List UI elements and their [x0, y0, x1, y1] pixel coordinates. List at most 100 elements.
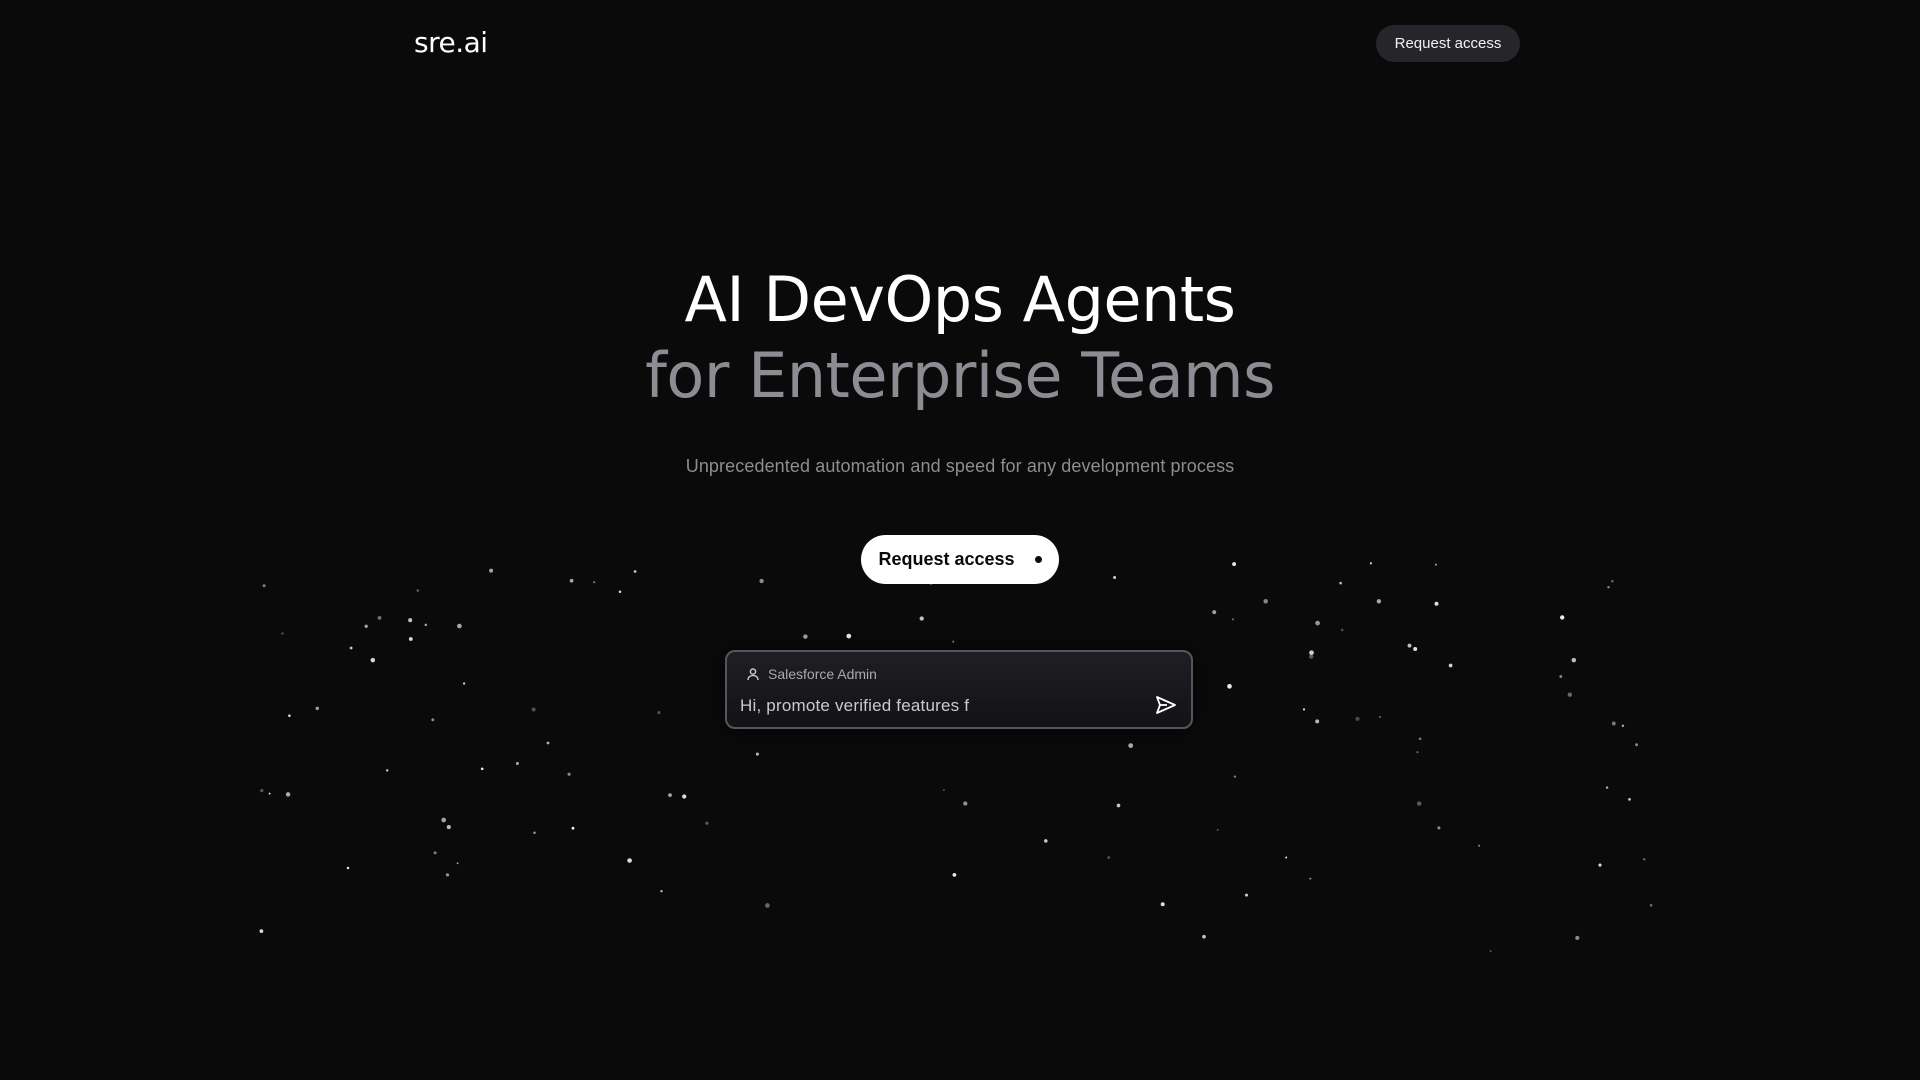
star-dot [531, 707, 536, 712]
star-dot [1448, 663, 1453, 668]
star-dot [285, 792, 291, 797]
star-dot [1611, 580, 1614, 583]
star-dot [1309, 654, 1314, 659]
hero-title-line-2: for Enterprise Teams [645, 339, 1275, 412]
star-dot [533, 831, 536, 835]
hero-title: AI DevOps Agents for Enterprise Teams [0, 262, 1920, 414]
chat-user-tag: Salesforce Admin [746, 666, 877, 682]
star-dot [1559, 675, 1563, 678]
star-dot [281, 632, 284, 635]
star-dot [1212, 610, 1217, 615]
logo[interactable]: sre.ai [414, 26, 488, 59]
star-dot [1160, 902, 1165, 907]
star-dot [846, 633, 852, 639]
star-dot [759, 578, 764, 584]
star-dot [567, 772, 571, 776]
dot-icon [1034, 556, 1042, 563]
landing-page: sre.ai Request access AI DevOps Agents f… [0, 0, 1920, 1080]
star-dot [377, 615, 382, 620]
star-dot [262, 584, 266, 588]
star-dot [1607, 586, 1610, 589]
star-dot [1379, 716, 1382, 718]
star-dot [1227, 683, 1232, 689]
star-dot [1407, 643, 1412, 648]
send-icon [1155, 695, 1177, 720]
chat-message-input[interactable]: Hi, promote verified features f [740, 696, 969, 716]
star-dot [1128, 743, 1134, 748]
star-dot [1107, 856, 1111, 859]
star-dot [1478, 844, 1481, 847]
star-dot [1575, 935, 1580, 940]
star-dot [1285, 856, 1288, 859]
star-dot [660, 889, 663, 893]
star-dot [446, 825, 451, 830]
star-dot [515, 761, 519, 766]
star-dot [1233, 775, 1237, 778]
star-dot [346, 866, 350, 870]
star-dot [1309, 650, 1314, 656]
star-dot [1416, 751, 1419, 754]
star-dot [1232, 562, 1237, 567]
star-dot [963, 801, 968, 806]
star-dot [1635, 743, 1639, 747]
chat-input-box[interactable]: Salesforce Admin Hi, promote verified fe… [725, 650, 1193, 729]
star-dot [1598, 863, 1602, 867]
star-dot [1315, 719, 1320, 724]
star-dot [705, 821, 709, 825]
star-dot [480, 767, 484, 771]
star-dot [657, 711, 661, 715]
star-dot [349, 646, 353, 650]
star-dot [1044, 839, 1048, 843]
star-dot [1369, 562, 1372, 565]
hero-title-line-1: AI DevOps Agents [684, 263, 1236, 336]
star-dot [618, 590, 622, 594]
star-dot [456, 862, 459, 865]
star-dot [1567, 692, 1572, 697]
star-dot [445, 873, 450, 877]
star-dot [682, 794, 687, 799]
star-dot [1434, 563, 1437, 566]
star-dot [1376, 599, 1382, 604]
star-dot [1434, 601, 1439, 606]
hero-request-access-button[interactable]: Request access [861, 535, 1059, 584]
star-dot [1263, 599, 1268, 604]
star-dot [489, 568, 494, 573]
star-dot [1355, 716, 1360, 721]
site-header: sre.ai Request access [0, 0, 1920, 86]
star-dot [668, 793, 672, 797]
star-dot [546, 741, 550, 745]
star-dot [457, 623, 462, 629]
star-dot [1643, 858, 1646, 861]
star-dot [1416, 801, 1422, 806]
star-dot [1560, 615, 1565, 620]
star-dot [627, 858, 632, 863]
star-dot [1244, 893, 1249, 897]
star-dot [1232, 618, 1234, 621]
star-dot [633, 570, 637, 573]
star-dot [1489, 950, 1492, 952]
star-dot [1116, 803, 1121, 808]
star-dot [259, 929, 264, 933]
star-dot [593, 581, 596, 584]
star-dot [919, 616, 924, 621]
star-dot [1340, 628, 1344, 632]
star-dot [408, 637, 413, 641]
star-dot [765, 903, 770, 908]
star-dot [364, 624, 368, 628]
star-dot [1339, 581, 1342, 585]
star-dot [569, 578, 574, 583]
user-icon [746, 667, 760, 681]
star-dot [370, 657, 376, 663]
header-request-access-button[interactable]: Request access [1376, 25, 1520, 62]
star-dot [408, 618, 413, 623]
star-dot [1605, 786, 1609, 789]
cta-label: Request access [878, 549, 1015, 569]
star-dot [1611, 721, 1616, 726]
star-dot [571, 826, 575, 830]
star-dot [952, 873, 957, 877]
send-button[interactable] [1153, 695, 1179, 719]
star-dot [431, 718, 435, 722]
star-dot [260, 789, 264, 793]
star-dot [1649, 904, 1653, 907]
star-dot [1621, 724, 1625, 728]
